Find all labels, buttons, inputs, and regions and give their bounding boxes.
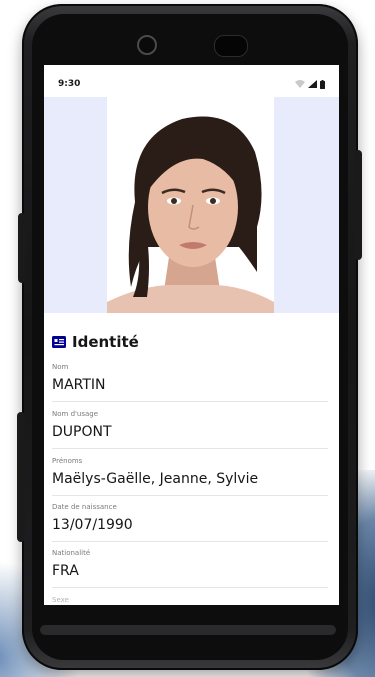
field-label: Date de naissance xyxy=(52,503,117,511)
divider xyxy=(52,495,328,496)
field-value: 13/07/1990 xyxy=(52,517,133,533)
wifi-icon xyxy=(295,80,305,88)
earpiece-speaker xyxy=(214,35,248,57)
field-prenoms: Prénoms Maëlys-Gaëlle, Jeanne, Sylvie xyxy=(52,456,328,496)
app-screen: 9:30 Identité Nom MARTIN Nom d'usage DUP… xyxy=(44,65,339,605)
field-value: Maëlys-Gaëlle, Jeanne, Sylvie xyxy=(52,471,259,487)
field-nom-usage: Nom d'usage DUPONT xyxy=(52,409,328,449)
status-time: 9:30 xyxy=(58,79,81,89)
divider xyxy=(52,448,328,449)
status-bar: 9:30 xyxy=(44,65,339,97)
front-camera xyxy=(137,35,157,55)
field-label: Nom xyxy=(52,363,69,371)
battery-icon xyxy=(320,79,325,89)
field-label: Sexe xyxy=(52,596,69,604)
divider xyxy=(52,541,328,542)
identity-section-title: Identité xyxy=(52,333,139,351)
field-value: FRA xyxy=(52,563,79,579)
side-button-lower xyxy=(17,412,25,542)
photo-panel xyxy=(44,97,339,313)
field-nationalite: Nationalité FRA xyxy=(52,548,328,588)
signal-icon xyxy=(308,80,317,88)
field-label: Nom d'usage xyxy=(52,410,99,418)
field-label: Nationalité xyxy=(52,549,91,557)
field-date-naissance: Date de naissance 13/07/1990 xyxy=(52,502,328,542)
phone-bottom-edge xyxy=(40,625,336,635)
power-button xyxy=(354,150,362,260)
divider xyxy=(52,587,328,588)
id-card-icon xyxy=(52,336,66,348)
field-nom: Nom MARTIN xyxy=(52,362,328,402)
section-title: Identité xyxy=(72,333,139,351)
scene: 9:30 Identité Nom MARTIN Nom d'usage DUP… xyxy=(0,0,375,677)
volume-button xyxy=(18,213,26,283)
field-sexe: Sexe xyxy=(52,595,328,605)
field-value: MARTIN xyxy=(52,377,106,393)
field-value: DUPONT xyxy=(52,424,112,440)
field-label: Prénoms xyxy=(52,457,83,465)
id-photo xyxy=(107,97,274,313)
divider xyxy=(52,401,328,402)
status-icons xyxy=(295,79,325,89)
